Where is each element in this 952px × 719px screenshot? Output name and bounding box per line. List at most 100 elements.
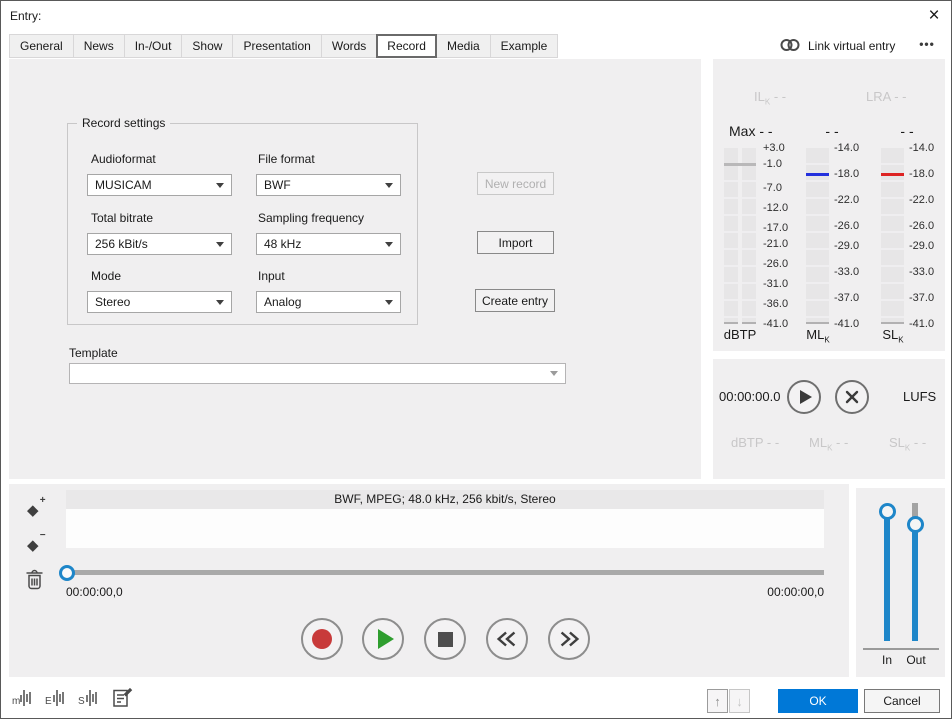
move-up-button[interactable]: ↑: [707, 689, 728, 713]
marker-letter-e: E: [45, 696, 52, 707]
sl-peak-readout: - -: [892, 123, 922, 139]
mode-label: Mode: [91, 269, 121, 283]
record-button[interactable]: [301, 618, 343, 660]
input-label: Input: [258, 269, 285, 283]
tab-media[interactable]: Media: [436, 34, 491, 58]
trash-icon: [25, 569, 44, 590]
meter-tick-label: -21.0: [763, 238, 788, 250]
in-slider-track[interactable]: [884, 505, 890, 641]
mode-select[interactable]: Stereo: [87, 291, 232, 313]
tab-example[interactable]: Example: [490, 34, 559, 58]
record-settings-group: Record settings Audioformat MUSICAM File…: [67, 123, 418, 325]
lra-readout: LRA - -: [866, 89, 906, 104]
out-slider-handle[interactable]: [907, 516, 924, 533]
sl-target-line: [881, 173, 904, 176]
player-panel: ◆+ ◆− BWF, MPEG; 48.0 kHz, 256 kbit/s, S…: [9, 484, 849, 677]
link-virtual-entry-button[interactable]: Link virtual entry: [779, 36, 895, 56]
record-tab-panel: Record settings Audioformat MUSICAM File…: [9, 59, 701, 479]
input-select[interactable]: Analog: [256, 291, 401, 313]
tab-general[interactable]: General: [9, 34, 74, 58]
meter-tick-label: -12.0: [763, 202, 788, 214]
dbtp-max-line: [724, 163, 756, 166]
total-bitrate-select[interactable]: 256 kBit/s: [87, 233, 232, 255]
file-format-select[interactable]: BWF: [256, 174, 401, 196]
forward-icon: [556, 626, 582, 652]
measure-cancel-button[interactable]: [835, 380, 869, 414]
in-out-panel: In Out: [856, 488, 945, 677]
create-entry-button[interactable]: Create entry: [475, 289, 555, 312]
tab-news[interactable]: News: [73, 34, 125, 58]
meter-tick-label: -14.0: [834, 142, 859, 154]
chevron-down-icon: [216, 242, 224, 247]
tab-words[interactable]: Words: [321, 34, 377, 58]
cancel-button[interactable]: Cancel: [864, 689, 940, 713]
meter-tick-label: -41.0: [763, 318, 788, 330]
meter-tick-label: -22.0: [909, 194, 934, 206]
meter-tick-label: -1.0: [763, 158, 782, 170]
add-marker-button[interactable]: ◆+: [27, 501, 39, 519]
file-format-label: File format: [258, 152, 315, 166]
meter-tick-label: -26.0: [834, 220, 859, 232]
remove-marker-button[interactable]: ◆−: [27, 536, 39, 554]
meter-tick-label: -29.0: [834, 240, 859, 252]
meter-tick-label: -17.0: [763, 222, 788, 234]
meter-tick-label: -18.0: [909, 168, 934, 180]
dbtp-label: dBTP: [718, 327, 762, 342]
tab-presentation[interactable]: Presentation: [232, 34, 321, 58]
in-label: In: [876, 653, 898, 667]
marker-tool-e-button[interactable]: E: [44, 687, 68, 712]
audioformat-select[interactable]: MUSICAM: [87, 174, 232, 196]
measure-time-display: 00:00:00.0: [719, 389, 780, 404]
down-arrow-icon: ↓: [736, 694, 743, 709]
marker-tool-s-button[interactable]: S: [77, 687, 101, 712]
move-down-button[interactable]: ↓: [729, 689, 750, 713]
max-readout: Max - -: [729, 123, 773, 139]
ml-value-readout: MLK - -: [809, 435, 848, 453]
ml-peak-readout: - -: [817, 123, 847, 139]
meter-tick-label: -14.0: [909, 142, 934, 154]
in-slider-handle[interactable]: [879, 503, 896, 520]
tab-show[interactable]: Show: [181, 34, 233, 58]
dbtp-bar-left: [724, 148, 738, 324]
rewind-button[interactable]: [486, 618, 528, 660]
more-menu-button[interactable]: •••: [913, 37, 941, 51]
sl-value-readout: SLK - -: [889, 435, 926, 453]
tab-in-out[interactable]: In-/Out: [124, 34, 183, 58]
audioformat-label: Audioformat: [91, 152, 156, 166]
lufs-label: LUFS: [903, 389, 936, 404]
meter-tick-label: -37.0: [909, 292, 934, 304]
out-slider-track[interactable]: [912, 524, 918, 641]
stop-button[interactable]: [424, 618, 466, 660]
sampling-frequency-select[interactable]: 48 kHz: [256, 233, 401, 255]
position-slider-handle[interactable]: [59, 565, 75, 581]
lufs-measure-panel: 00:00:00.0 LUFS dBTP - - MLK - - SLK - -: [713, 359, 945, 479]
sampling-frequency-label: Sampling frequency: [258, 211, 364, 225]
new-record-button[interactable]: New record: [477, 172, 554, 195]
ml-label: MLK: [797, 327, 839, 345]
total-bitrate-value: 256 kBit/s: [95, 237, 148, 251]
marker-tool-m-button[interactable]: m: [11, 687, 35, 712]
audioformat-value: MUSICAM: [95, 178, 152, 192]
edit-notes-button[interactable]: [111, 687, 133, 712]
record-settings-legend: Record settings: [77, 116, 170, 130]
ok-button[interactable]: OK: [778, 689, 858, 713]
position-slider[interactable]: [66, 570, 824, 575]
import-button[interactable]: Import: [477, 231, 554, 254]
delete-recording-button[interactable]: [25, 569, 44, 593]
template-select[interactable]: [69, 363, 566, 384]
dbtp-scale: +3.0-1.0-7.0-12.0-17.0-21.0-26.0-31.0-36…: [763, 148, 797, 324]
meter-tick-label: -33.0: [909, 266, 934, 278]
dbtp-meter: +3.0-1.0-7.0-12.0-17.0-21.0-26.0-31.0-36…: [724, 148, 800, 324]
play-button[interactable]: [362, 618, 404, 660]
dbtp-value-readout: dBTP - -: [731, 435, 779, 450]
close-icon[interactable]: ×: [917, 3, 951, 29]
measure-play-button[interactable]: [787, 380, 821, 414]
tab-record[interactable]: Record: [376, 34, 437, 58]
edit-document-icon: [111, 687, 133, 709]
play-icon: [800, 390, 812, 404]
chevron-down-icon: [216, 183, 224, 188]
integrated-loudness-readout: ILK - -: [754, 89, 786, 107]
sl-scale: -14.0-18.0-22.0-26.0-29.0-33.0-37.0-41.0: [909, 148, 943, 324]
forward-button[interactable]: [548, 618, 590, 660]
meter-tick-label: -18.0: [834, 168, 859, 180]
